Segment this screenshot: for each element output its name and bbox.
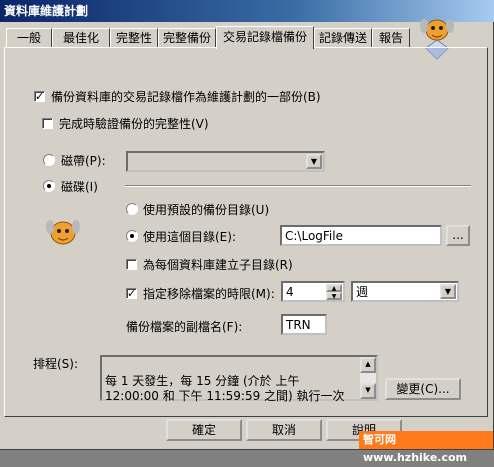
disk-radio[interactable]: [43, 180, 55, 192]
cancel-button[interactable]: 取消: [246, 419, 322, 441]
schedule-scrollbar[interactable]: ▲ ▼: [360, 357, 376, 399]
scroll-down-icon[interactable]: ▼: [360, 383, 376, 399]
tape-label: 磁帶(P):: [61, 154, 106, 168]
retention-unit-select[interactable]: 週 ▼: [351, 281, 459, 302]
disk-label: 磁碟(I): [61, 180, 98, 194]
use-dir-label: 使用這個目錄(E):: [143, 230, 236, 244]
tab-transaction-log-backup[interactable]: 交易記錄檔備份: [216, 26, 314, 49]
backup-log-label: 備份資料庫的交易記錄檔作為維護計劃的一部份(B): [51, 90, 321, 104]
separator: [125, 185, 471, 187]
subdir-label: 為每個資料庫建立子目錄(R): [143, 258, 293, 272]
tab-integrity[interactable]: 完整性: [110, 28, 158, 47]
chevron-down-icon[interactable]: ▼: [306, 154, 322, 169]
extension-input[interactable]: TRN: [281, 314, 327, 335]
retention-unit-value: 週: [356, 285, 369, 299]
backup-log-checkbox[interactable]: ✓: [34, 91, 45, 102]
retention-value-input[interactable]: 4 ▲ ▼: [281, 281, 345, 302]
directory-path-input[interactable]: C:\LogFile: [280, 225, 442, 246]
schedule-label: 排程(S):: [33, 357, 79, 371]
default-dir-label: 使用預設的備份目錄(U): [143, 203, 270, 217]
spin-down-icon[interactable]: ▼: [326, 292, 342, 300]
extension-label: 備份檔案的副檔名(F):: [126, 320, 243, 334]
retention-checkbox[interactable]: ✓: [126, 288, 137, 299]
tab-optimization[interactable]: 最佳化: [52, 28, 110, 47]
tab-panel: ✓ 備份資料庫的交易記錄檔作為維護計劃的一部份(B) 完成時驗證備份的完整性(V…: [4, 47, 488, 417]
schedule-description: 每 1 天發生，每 15 分鐘 (介於 上午 12:00:00 和 下午 11:…: [105, 374, 345, 403]
tab-full-backup[interactable]: 完整備份: [158, 28, 216, 47]
mascot-icon: [46, 220, 80, 245]
schedule-text: 每 1 天發生，每 15 分鐘 (介於 上午 12:00:00 和 下午 11:…: [100, 355, 378, 403]
verify-backup-checkbox[interactable]: [42, 118, 53, 129]
subdir-checkbox[interactable]: [126, 259, 137, 270]
spin-up-icon[interactable]: ▲: [326, 284, 342, 292]
tab-log-shipping[interactable]: 記錄傳送: [314, 28, 372, 47]
use-dir-radio[interactable]: [126, 230, 138, 242]
retention-value: 4: [286, 285, 294, 299]
tab-general[interactable]: 一般: [6, 28, 52, 47]
retention-label: 指定移除檔案的時限(M):: [143, 287, 275, 301]
tape-radio[interactable]: [43, 154, 55, 166]
change-schedule-button[interactable]: 變更(C)...: [385, 378, 461, 400]
watermark: 智可网 www.hzhike.com: [359, 431, 493, 464]
ok-button[interactable]: 確定: [166, 419, 242, 441]
tab-reporting[interactable]: 報告: [372, 28, 410, 47]
browse-button[interactable]: ...: [446, 225, 470, 246]
maintenance-plan-window: 資料庫維護計劃 一般 最佳化 完整性 完整備份 交易記錄檔備份 記錄傳送 報告 …: [0, 0, 494, 464]
tape-device-select[interactable]: ▼: [126, 151, 325, 172]
chevron-down-icon[interactable]: ▼: [440, 284, 456, 299]
scroll-up-icon[interactable]: ▲: [360, 357, 376, 373]
verify-backup-label: 完成時驗證備份的完整性(V): [59, 117, 209, 131]
default-dir-radio[interactable]: [126, 203, 138, 215]
